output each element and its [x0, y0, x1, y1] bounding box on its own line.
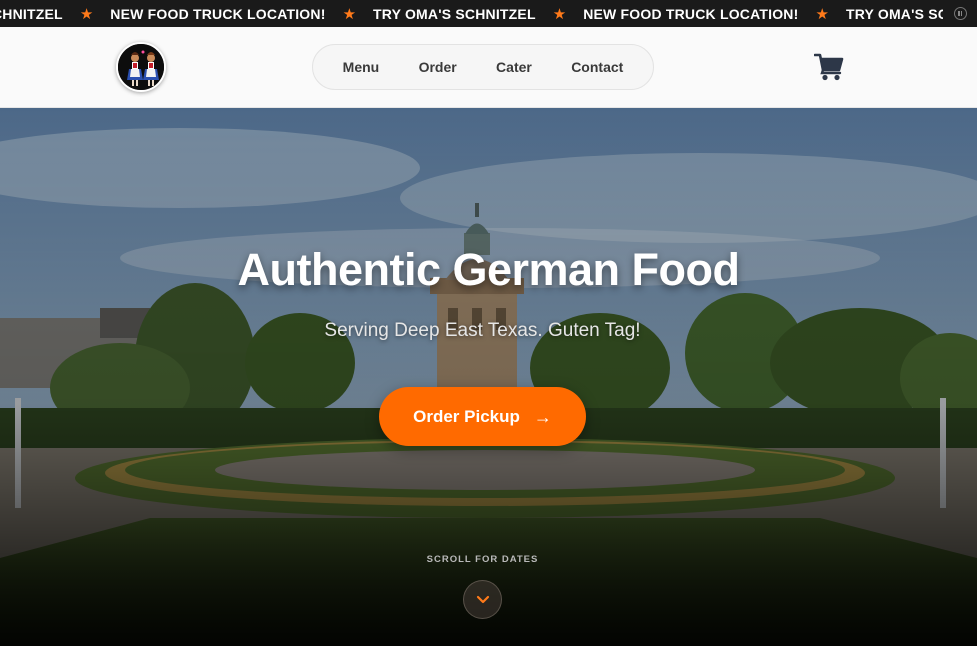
scroll-down-button[interactable]: [463, 580, 502, 619]
hero-subtitle: Serving Deep East Texas. Guten Tag!: [324, 320, 641, 341]
ticker-text: TRY OMA'S SCH: [845, 5, 959, 22]
cart-icon: [813, 53, 844, 81]
order-pickup-button[interactable]: Order Pickup →: [379, 387, 586, 446]
star-icon: ★: [815, 5, 829, 23]
hero-background-image: [0, 108, 977, 646]
logo[interactable]: [116, 42, 166, 92]
ticker-text: NEW FOOD TRUCK LOCATION!: [583, 5, 799, 22]
hero-section: Authentic German Food Serving Deep East …: [0, 108, 977, 646]
announcement-ticker: CHNITZEL ★ NEW FOOD TRUCK LOCATION! ★ TR…: [0, 0, 977, 27]
pause-icon: [953, 7, 967, 20]
site-header: Menu Order Cater Contact: [0, 27, 977, 108]
scroll-label: SCROLL FOR DATES: [426, 554, 539, 565]
nav-order[interactable]: Order: [409, 53, 467, 81]
arrow-right-icon: →: [533, 406, 552, 427]
logo-image: [118, 44, 164, 90]
ticker-item: NEW FOOD TRUCK LOCATION!: [583, 6, 798, 22]
star-icon: ★: [79, 5, 94, 23]
cart-button[interactable]: [813, 53, 844, 81]
chevron-down-icon: [476, 595, 489, 603]
main-nav: Menu Order Cater Contact: [312, 44, 654, 90]
hero-title: Authentic German Food: [237, 244, 740, 295]
nav-cater[interactable]: Cater: [486, 53, 542, 81]
ticker-item: CHNITZEL: [0, 6, 63, 22]
ticker-track: CHNITZEL ★ NEW FOOD TRUCK LOCATION! ★ TR…: [0, 0, 958, 27]
order-pickup-label: Order Pickup: [413, 406, 520, 426]
star-icon: ★: [552, 5, 567, 23]
ticker-text: CHNITZEL: [0, 5, 63, 22]
nav-menu[interactable]: Menu: [333, 53, 390, 81]
ticker-item: TRY OMA'S SCH: [846, 6, 959, 22]
ticker-item: NEW FOOD TRUCK LOCATION!: [110, 6, 325, 22]
ticker-item: TRY OMA'S SCHNITZEL: [373, 6, 536, 22]
star-icon: ★: [342, 5, 357, 23]
ticker-text: TRY OMA'S SCHNITZEL: [373, 5, 536, 22]
ticker-pause-button[interactable]: [943, 0, 977, 27]
ticker-text: NEW FOOD TRUCK LOCATION!: [110, 5, 326, 22]
nav-contact[interactable]: Contact: [561, 53, 633, 81]
